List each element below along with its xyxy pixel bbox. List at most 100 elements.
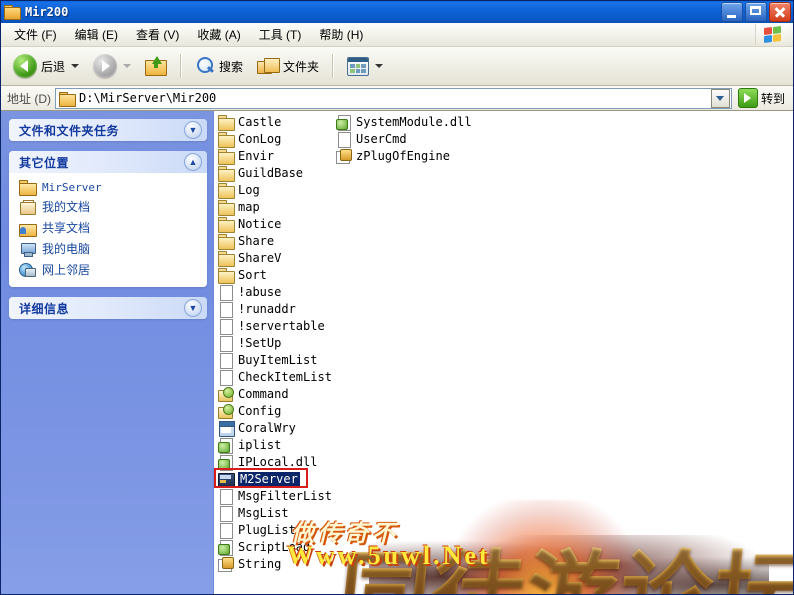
go-button[interactable]: 转到: [736, 87, 789, 109]
file-name: !abuse: [238, 284, 282, 299]
file-item[interactable]: Notice: [216, 215, 334, 233]
file-item[interactable]: Command: [216, 385, 334, 402]
back-dropdown-caret-icon[interactable]: [71, 64, 80, 68]
doc-icon: [218, 369, 234, 386]
close-button[interactable]: [769, 2, 791, 22]
menu-edit[interactable]: 编辑 (E): [66, 24, 127, 45]
windows-flag-logo: [755, 24, 788, 45]
file-item[interactable]: ShareV: [216, 249, 334, 267]
shared-documents-icon: [19, 221, 37, 237]
sidebar-item-mirserver[interactable]: MirServer: [19, 178, 201, 196]
address-bar: 地址 (D) D:\MirServer\Mir200 转到: [1, 86, 793, 111]
file-name: ShareV: [238, 250, 282, 265]
file-name: CheckItemList: [238, 369, 332, 384]
file-item[interactable]: ScriptLoad: [216, 538, 334, 556]
file-item[interactable]: !SetUp: [216, 334, 334, 352]
file-item[interactable]: Log: [216, 181, 334, 199]
sidebar-item-my-documents[interactable]: 我的文档: [19, 196, 201, 217]
forward-dropdown-caret-icon[interactable]: [123, 64, 132, 68]
file-item[interactable]: IPLocal.dll: [216, 453, 334, 471]
file-item[interactable]: CheckItemList: [216, 368, 334, 386]
file-item[interactable]: Sort: [216, 266, 334, 284]
views-button[interactable]: [341, 53, 389, 80]
maximize-button[interactable]: [745, 2, 767, 22]
toolbar-separator-1: [180, 54, 183, 78]
file-item[interactable]: Share: [216, 232, 334, 250]
file-name: iplist: [238, 437, 282, 452]
go-label: 转到: [760, 91, 785, 106]
forward-button[interactable]: [87, 50, 137, 82]
chevron-down-icon[interactable]: ▼: [184, 299, 202, 317]
menu-view[interactable]: 查看 (V): [127, 24, 188, 45]
file-item[interactable]: Config: [216, 402, 334, 419]
sidebar-item-shared-documents[interactable]: 共享文档: [19, 217, 201, 238]
views-icon: [347, 56, 370, 76]
sidebar-label-my-documents: 我的文档: [42, 200, 91, 214]
file-item[interactable]: Envir: [216, 147, 334, 165]
address-value: D:\MirServer\Mir200: [79, 91, 217, 105]
file-item[interactable]: BuyItemList: [216, 351, 334, 369]
search-button[interactable]: 搜索: [189, 52, 249, 80]
up-button[interactable]: [139, 52, 173, 80]
cal-icon: [218, 420, 235, 437]
file-item[interactable]: ConLog: [216, 130, 334, 148]
file-item[interactable]: !runaddr: [216, 300, 334, 318]
file-list-area[interactable]: Castle ConLog Envir GuildBase Log map Notice Sh…: [213, 111, 793, 594]
minimize-button[interactable]: [721, 2, 743, 22]
address-input[interactable]: D:\MirServer\Mir200: [55, 87, 732, 109]
file-item[interactable]: !servertable: [216, 317, 334, 335]
folder-icon: [19, 180, 37, 196]
file-name: MsgList: [238, 505, 289, 520]
sidebar-item-network-neighborhood[interactable]: 网上邻居: [19, 259, 201, 280]
file-item[interactable]: !abuse: [216, 283, 334, 301]
title-bar[interactable]: Mir200: [1, 1, 793, 23]
file-item[interactable]: SystemModule.dll: [334, 113, 472, 131]
forward-arrow-icon: [93, 54, 118, 78]
file-item[interactable]: CoralWry: [216, 419, 334, 437]
folders-button[interactable]: 文件夹: [251, 53, 325, 79]
folder-icon: [218, 165, 235, 182]
file-name: PlugList: [238, 522, 296, 537]
panel-header-file-folder-tasks[interactable]: 文件和文件夹任务 ▼: [9, 119, 207, 141]
folder-icon: [218, 267, 235, 284]
sidebar-label-shared-documents: 共享文档: [42, 221, 91, 235]
file-item[interactable]: MsgList: [216, 504, 334, 522]
file-item-selected[interactable]: M2Server: [214, 468, 334, 488]
panel-header-other-places[interactable]: 其它位置 ▲: [9, 151, 207, 173]
sidebar-item-my-computer[interactable]: 我的电脑: [19, 238, 201, 259]
address-dropdown-button[interactable]: [710, 88, 730, 108]
file-item[interactable]: PlugList: [216, 521, 334, 539]
doc-icon: [218, 318, 234, 335]
back-button[interactable]: 后退: [7, 50, 85, 82]
up-folder-icon: [145, 56, 168, 76]
views-dropdown-caret-icon[interactable]: [375, 64, 384, 68]
menu-tools[interactable]: 工具 (T): [250, 24, 311, 45]
window-body: 文件和文件夹任务 ▼ 其它位置 ▲ MirServer 我的文档 共享文档 我的…: [1, 111, 793, 594]
file-item[interactable]: map: [216, 198, 334, 216]
file-item[interactable]: GuildBase: [216, 164, 334, 182]
script-icon: [218, 539, 234, 556]
sidebar-label-my-computer: 我的电脑: [42, 242, 91, 256]
file-name: !runaddr: [238, 301, 296, 316]
file-item[interactable]: MsgFilterList: [216, 487, 334, 505]
toolbar: 后退 搜索 文件夹: [1, 47, 793, 86]
dll-icon: [218, 454, 234, 471]
file-item[interactable]: UserCmd: [334, 130, 452, 148]
panel-header-details[interactable]: 详细信息 ▼: [9, 297, 207, 319]
chevron-down-icon[interactable]: ▼: [184, 121, 202, 139]
file-item[interactable]: zPlugOfEngine: [334, 147, 452, 164]
sidebar-label-mirserver: MirServer: [42, 180, 102, 194]
panel-other-places: 其它位置 ▲ MirServer 我的文档 共享文档 我的电脑 网上邻居: [9, 151, 207, 287]
folders-icon: [257, 57, 281, 75]
chevron-up-icon[interactable]: ▲: [184, 153, 202, 171]
panel-title-file-folder-tasks: 文件和文件夹任务: [19, 123, 120, 138]
cfg-icon: [218, 403, 234, 419]
menu-favorites[interactable]: 收藏 (A): [188, 24, 249, 45]
file-name: GuildBase: [238, 165, 304, 180]
menu-help[interactable]: 帮助 (H): [310, 24, 372, 45]
file-item[interactable]: Castle: [216, 113, 334, 131]
window-folder-icon: [4, 5, 21, 20]
menu-file[interactable]: 文件 (F): [5, 24, 66, 45]
file-item[interactable]: iplist: [216, 436, 334, 454]
file-item[interactable]: String: [216, 555, 334, 572]
